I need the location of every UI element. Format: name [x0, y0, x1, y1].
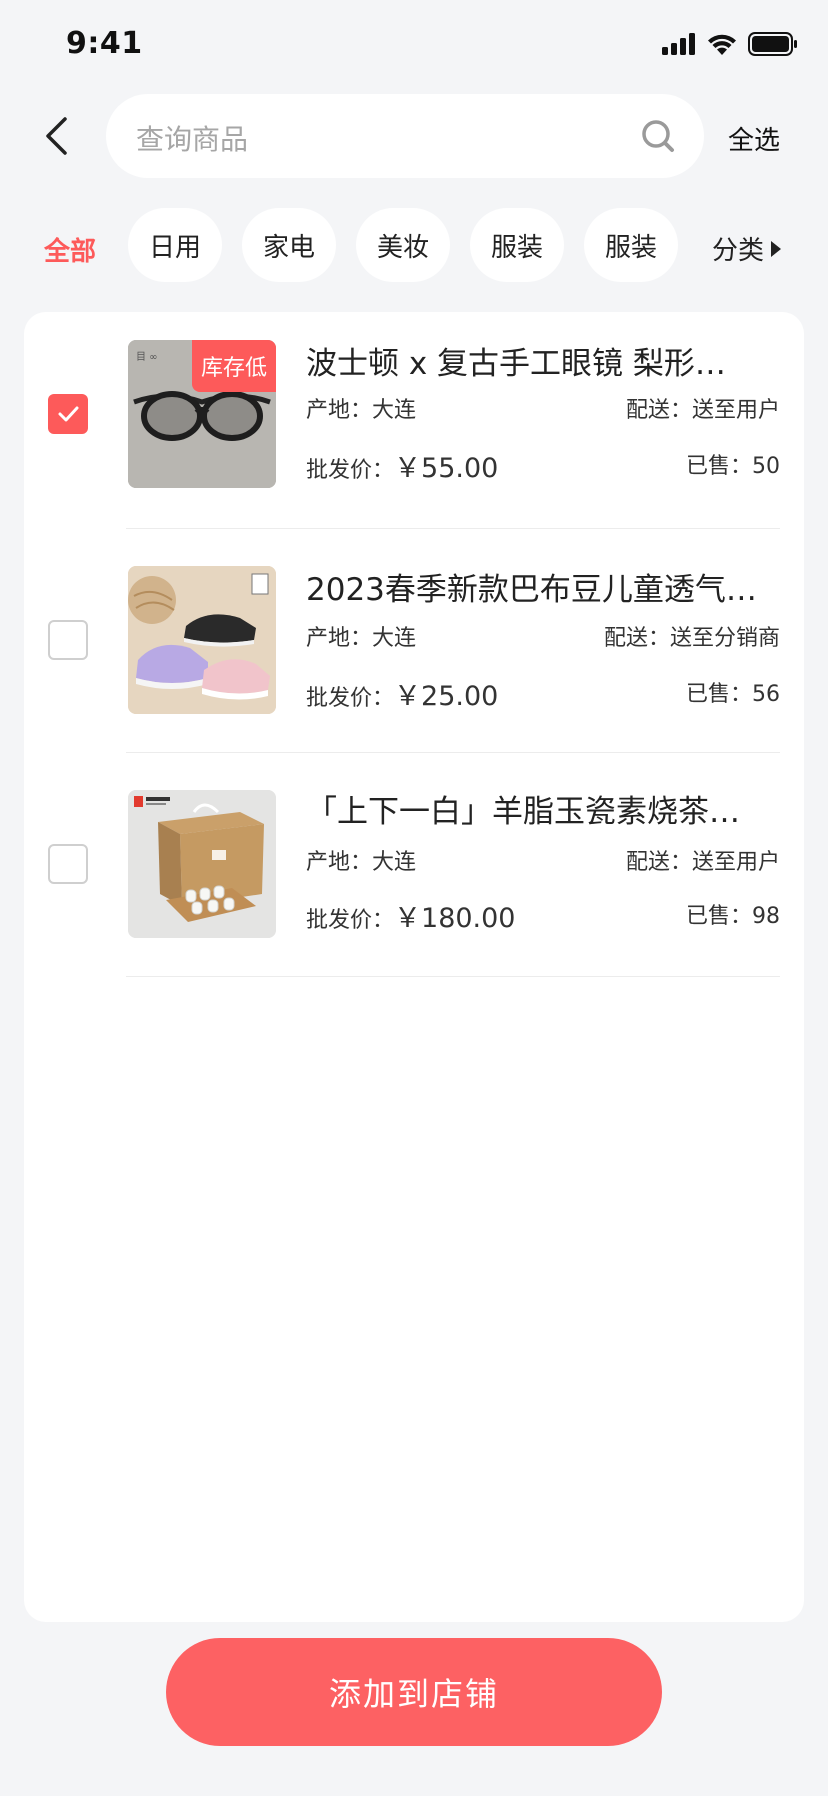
status-time: 9:41	[66, 26, 143, 61]
category-more-button[interactable]: 分类	[712, 230, 782, 267]
battery-icon	[748, 32, 797, 56]
category-more-label: 分类	[712, 236, 765, 266]
product-image-glasses[interactable]: 目 ∞ 库存低	[128, 340, 276, 488]
divider	[126, 976, 780, 977]
list-item[interactable]: 2023春季新款巴布豆儿童透气… 产地：大连 配送：送至分销商 批发价：￥25.…	[24, 536, 804, 760]
chevron-left-icon	[46, 117, 67, 155]
category-pill-appliances[interactable]: 家电	[242, 208, 336, 282]
teaset-illustration	[128, 790, 276, 938]
category-pill-beauty[interactable]: 美妆	[356, 208, 450, 282]
search-icon[interactable]	[638, 116, 678, 156]
sneakers-illustration	[128, 566, 276, 714]
product-price-row: 批发价：￥25.00	[306, 674, 498, 713]
low-stock-badge: 库存低	[191, 340, 276, 392]
price-label: 批发价：	[306, 458, 395, 483]
category-pill-clothing[interactable]: 服装	[470, 208, 564, 282]
price-value: ￥180.00	[394, 903, 516, 934]
search-input[interactable]: 查询商品	[106, 94, 704, 178]
category-all[interactable]: 全部	[44, 231, 96, 268]
product-image-sneakers[interactable]	[128, 566, 276, 714]
divider	[126, 528, 780, 529]
wifi-icon	[708, 34, 736, 55]
product-price-row: 批发价：￥180.00	[306, 896, 516, 935]
product-sold: 已售：98	[686, 904, 780, 929]
product-shipping: 配送：送至用户	[625, 398, 780, 423]
product-title[interactable]: 波士顿 x 复古手工眼镜 梨形…	[306, 338, 786, 383]
product-origin: 产地：大连	[306, 398, 417, 423]
product-image-teaset[interactable]	[128, 790, 276, 938]
product-list: 目 ∞ 库存低 波士顿 x 复古手工眼镜 梨形… 产地：大连 配送：送至用户 批…	[24, 312, 804, 1622]
product-shipping: 配送：送至用户	[625, 850, 780, 875]
signal-icon	[662, 33, 695, 55]
product-shipping: 配送：送至分销商	[603, 626, 780, 651]
category-pill-daily[interactable]: 日用	[128, 208, 222, 282]
add-to-store-button[interactable]: 添加到店铺	[166, 1638, 662, 1746]
search-placeholder: 查询商品	[136, 123, 249, 156]
divider	[126, 752, 780, 753]
item-checkbox[interactable]	[48, 844, 88, 884]
item-checkbox[interactable]	[48, 620, 88, 660]
caret-right-icon	[771, 240, 782, 257]
product-title[interactable]: 2023春季新款巴布豆儿童透气…	[306, 564, 786, 609]
price-label: 批发价：	[306, 686, 395, 711]
svg-text:目 ∞: 目 ∞	[136, 352, 158, 363]
product-price-row: 批发价：￥55.00	[306, 446, 498, 485]
product-origin: 产地：大连	[306, 850, 417, 875]
item-checkbox-checked[interactable]	[48, 394, 88, 434]
price-value: ￥55.00	[394, 453, 499, 484]
list-item[interactable]: 目 ∞ 库存低 波士顿 x 复古手工眼镜 梨形… 产地：大连 配送：送至用户 批…	[24, 312, 804, 536]
product-origin: 产地：大连	[306, 626, 417, 651]
category-pill-clothing-2[interactable]: 服装	[584, 208, 678, 282]
list-item[interactable]: 「上下一白」羊脂玉瓷素烧茶… 产地：大连 配送：送至用户 批发价：￥180.00…	[24, 760, 804, 984]
checkmark-icon	[58, 406, 79, 422]
select-all-button[interactable]: 全选	[728, 120, 780, 157]
product-sold: 已售：56	[686, 682, 780, 707]
back-button[interactable]	[30, 108, 82, 164]
status-icons	[662, 32, 798, 56]
product-title[interactable]: 「上下一白」羊脂玉瓷素烧茶…	[306, 786, 786, 831]
price-label: 批发价：	[306, 908, 395, 933]
product-sold: 已售：50	[686, 454, 780, 479]
price-value: ￥25.00	[394, 681, 499, 712]
